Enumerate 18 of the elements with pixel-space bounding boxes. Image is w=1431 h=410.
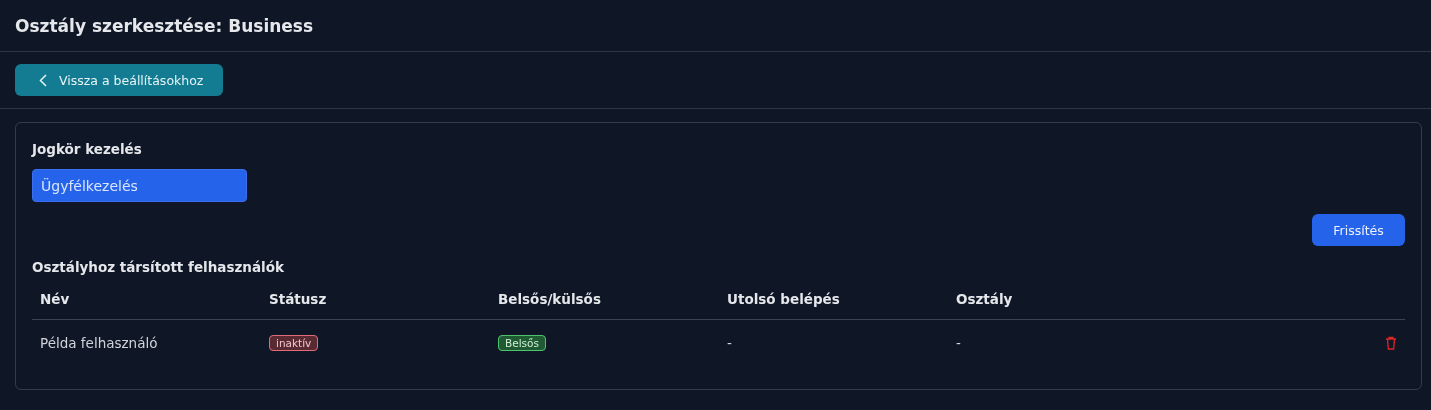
column-header: Osztály xyxy=(955,291,1014,307)
column-header: Státusz xyxy=(268,291,328,307)
column-header: Belsős/külsős xyxy=(497,291,602,307)
table-cell-text: - xyxy=(955,335,962,351)
refresh-button[interactable]: Frissítés xyxy=(1312,214,1405,246)
chevron-left-icon xyxy=(39,73,47,87)
back-button[interactable]: Vissza a beállításokhoz xyxy=(15,64,224,96)
section-title: Jogkör kezelés xyxy=(32,141,143,157)
table-cell-text: Példa felhasználó xyxy=(39,335,159,351)
page-title: Osztály szerkesztése: Business xyxy=(15,15,314,36)
status-badge: Belsős xyxy=(498,335,546,351)
table-cell-text: - xyxy=(726,335,733,351)
status-badge: inaktív xyxy=(269,335,319,351)
column-header: Utolsó belépés xyxy=(726,291,841,307)
section-title: Osztályhoz társított felhasználók xyxy=(32,259,285,275)
role-select[interactable]: Ügyfélkezelés xyxy=(32,169,247,202)
trash-icon[interactable] xyxy=(1385,336,1397,350)
column-header: Név xyxy=(39,291,71,307)
